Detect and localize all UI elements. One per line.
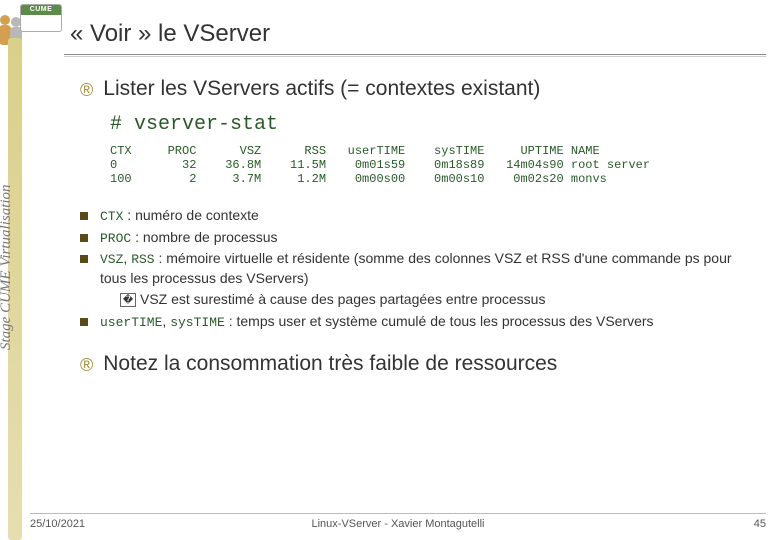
def-systime-code: sysTIME bbox=[170, 315, 225, 330]
sidebar-caption: Stage CUME Virtualisation bbox=[0, 184, 15, 350]
def-vsz-rss: VSZ, RSS : mémoire virtuelle et résident… bbox=[80, 249, 760, 310]
footer-center: Linux-VServer - Xavier Montagutelli bbox=[311, 518, 484, 530]
command-output-table: CTX PROC VSZ RSS userTIME sysTIME UPTIME… bbox=[110, 144, 760, 186]
def-ctx-text: : numéro de contexte bbox=[123, 207, 258, 223]
arrow-icon: ® bbox=[80, 355, 93, 376]
bullet-1: ® Lister les VServers actifs (= contexte… bbox=[80, 77, 760, 101]
square-bullet-icon bbox=[80, 318, 88, 326]
def-vsz-sub-text: VSZ est surestimé à cause des pages part… bbox=[140, 291, 545, 307]
logo-text: CUME bbox=[21, 5, 61, 15]
def-ctx-code: CTX bbox=[100, 209, 123, 224]
footer: 25/10/2021 Linux-VServer - Xavier Montag… bbox=[30, 513, 766, 530]
square-bullet-icon bbox=[80, 255, 88, 263]
def-vsz-sub: � VSZ est surestimé à cause des pages par… bbox=[120, 290, 760, 309]
def-proc-text: : nombre de processus bbox=[131, 229, 277, 245]
definitions-list: CTX : numéro de contexte PROC : nombre d… bbox=[80, 206, 760, 332]
def-vsz-code: VSZ bbox=[100, 252, 123, 267]
def-proc: PROC : nombre de processus bbox=[80, 228, 760, 248]
arrow-icon: ® bbox=[80, 80, 93, 101]
def-usertime-code: userTIME bbox=[100, 315, 162, 330]
def-rss-code: RSS bbox=[131, 252, 154, 267]
def-vsz-rss-text: : mémoire virtuelle et résidente (somme … bbox=[100, 250, 732, 286]
footer-page-number: 45 bbox=[754, 518, 766, 530]
logo: CUME bbox=[20, 4, 62, 32]
slide-content: « Voir » le VServer ® Lister les VServer… bbox=[30, 0, 780, 376]
square-bullet-icon bbox=[80, 212, 88, 220]
title-divider bbox=[64, 54, 766, 57]
def-ctx: CTX : numéro de contexte bbox=[80, 206, 760, 226]
bullet-2: ® Notez la consommation très faible de r… bbox=[80, 352, 780, 376]
sub-arrow-icon: � bbox=[120, 293, 136, 307]
bullet-2-text: Notez la consommation très faible de res… bbox=[103, 352, 557, 376]
def-times: userTIME, sysTIME : temps user et systèm… bbox=[80, 312, 760, 332]
command-line: # vserver-stat bbox=[110, 113, 760, 136]
def-times-text: : temps user et système cumulé de tous l… bbox=[225, 313, 654, 329]
square-bullet-icon bbox=[80, 234, 88, 242]
slide-title: « Voir » le VServer bbox=[70, 20, 780, 52]
bullet-1-text: Lister les VServers actifs (= contextes … bbox=[103, 77, 540, 101]
footer-date: 25/10/2021 bbox=[30, 518, 85, 530]
def-proc-code: PROC bbox=[100, 231, 131, 246]
